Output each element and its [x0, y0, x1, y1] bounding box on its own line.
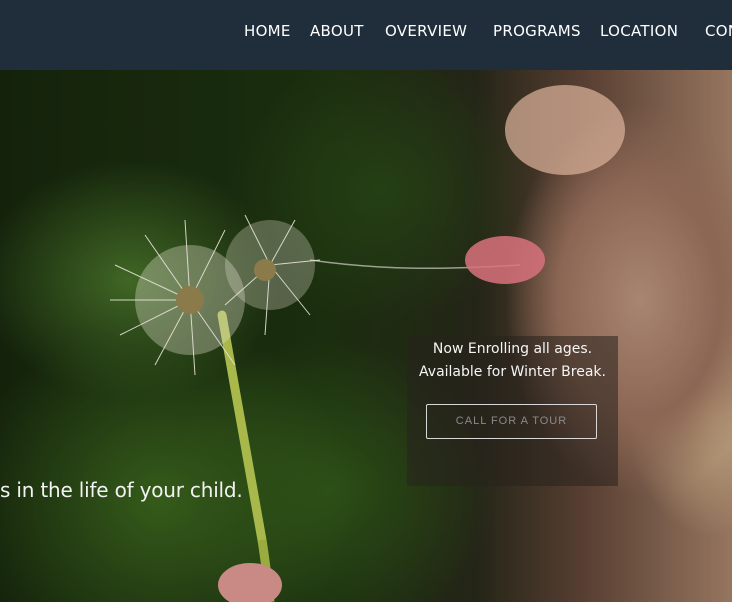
promo-line-winter-break: Available for Winter Break. — [419, 364, 606, 380]
dandelion-seedhead-illustration — [110, 214, 321, 376]
top-navigation: HOME ABOUT OVERVIEW PROGRAMS LOCATION CO… — [0, 0, 732, 70]
nav-item-location[interactable]: LOCATION — [600, 22, 678, 40]
hero-tagline: s in the life of your child. — [0, 478, 243, 502]
nav-item-programs[interactable]: PROGRAMS — [493, 22, 581, 40]
call-for-tour-button[interactable]: CALL FOR A TOUR — [426, 404, 597, 439]
nav-item-about[interactable]: ABOUT — [310, 22, 364, 40]
hero-banner: s in the life of your child. Now Enrolli… — [0, 70, 732, 602]
promo-line-enrolling: Now Enrolling all ages. — [432, 341, 593, 357]
enrollment-promo-box: Now Enrolling all ages. Available for Wi… — [407, 336, 618, 486]
nav-item-home[interactable]: HOME — [244, 22, 291, 40]
nav-item-overview[interactable]: OVERVIEW — [385, 22, 467, 40]
nav-item-contact[interactable]: CON — [705, 22, 732, 40]
